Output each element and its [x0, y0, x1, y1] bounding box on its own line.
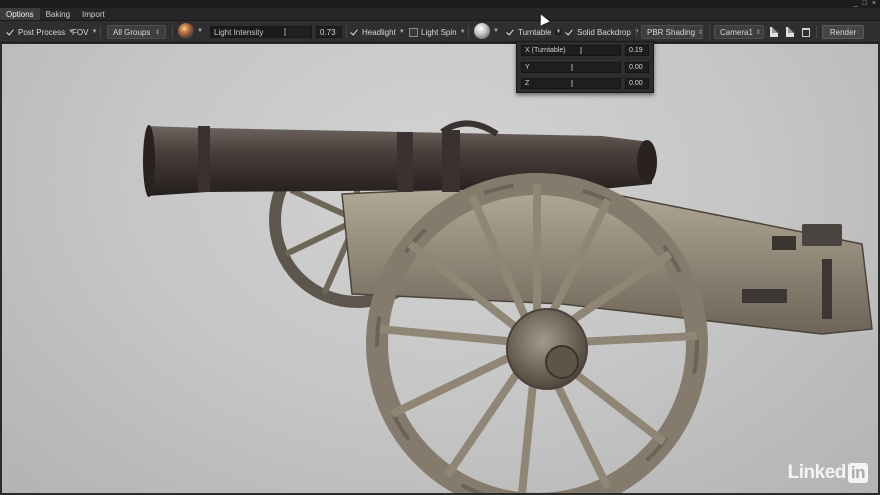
light-intensity-slider[interactable]: Light Intensity	[210, 26, 312, 38]
document-copy-icon	[786, 27, 794, 37]
divider	[346, 26, 347, 38]
solid-backdrop-toggle[interactable]: Solid Backdrop ▼	[565, 25, 640, 39]
divider	[172, 26, 173, 38]
chevron-down-icon: ▼	[91, 29, 98, 35]
turntable-z-handle[interactable]	[571, 80, 573, 87]
light-sphere-icon[interactable]	[474, 23, 490, 39]
divider	[468, 26, 469, 38]
divider	[100, 26, 101, 38]
duplicate-camera-button[interactable]	[786, 25, 794, 39]
divider	[636, 26, 637, 38]
render-button[interactable]: Render	[822, 25, 864, 39]
groups-value: All Groups	[113, 27, 151, 37]
fov-dropdown[interactable]: FOV ▼	[72, 25, 97, 39]
groups-dropdown[interactable]: All Groups ⇕	[107, 25, 166, 39]
light-picker[interactable]: ▼	[474, 23, 499, 39]
turntable-x-value[interactable]: 0.19	[625, 45, 649, 56]
turntable-x-slider[interactable]: X (Turntable)	[521, 45, 621, 56]
post-process-label: Post Process	[18, 27, 66, 37]
turntable-y-row: Y 0.00	[521, 62, 649, 73]
turntable-y-value[interactable]: 0.00	[625, 62, 649, 73]
fov-label: FOV	[72, 27, 89, 37]
watermark-text: Linked	[787, 462, 847, 483]
document-icon	[770, 27, 778, 37]
chevron-down-icon: ▼	[398, 29, 405, 35]
turntable-y-slider[interactable]: Y	[521, 62, 621, 73]
watermark-badge: in	[847, 463, 868, 483]
front-wheel	[366, 173, 708, 493]
updown-icon: ⇕	[698, 29, 704, 36]
light-spin-label: Light Spin	[421, 27, 457, 37]
chevron-down-icon: ▼	[197, 28, 203, 34]
light-intensity-label: Light Intensity	[214, 28, 264, 37]
new-camera-button[interactable]	[770, 25, 778, 39]
turntable-z-label: Z	[525, 80, 530, 87]
chevron-down-icon[interactable]: ▼	[554, 29, 563, 35]
cannon-model	[143, 120, 873, 493]
turntable-y-handle[interactable]	[571, 64, 573, 71]
divider	[816, 26, 817, 38]
camera-value: Camera1	[720, 27, 753, 37]
turntable-z-value[interactable]: 0.00	[625, 78, 649, 89]
turntable-checkbox[interactable]	[506, 28, 515, 37]
divider	[709, 26, 710, 38]
turntable-y-label: Y	[525, 64, 530, 71]
turntable-toggle[interactable]: Turntable ▼	[506, 25, 563, 39]
headlight-toggle[interactable]: Headlight ▼	[350, 25, 405, 39]
chevron-down-icon: ▼	[493, 28, 499, 34]
light-spin-toggle[interactable]: Light Spin ▼	[409, 25, 466, 39]
title-bar: _ □ ×	[0, 0, 880, 8]
light-intensity-handle[interactable]	[284, 28, 286, 36]
tab-options[interactable]: Options	[0, 8, 40, 20]
light-intensity-value[interactable]: 0.73	[316, 26, 342, 38]
window-controls: _ □ ×	[854, 0, 876, 8]
shading-value: PBR Shading	[647, 27, 696, 37]
camera-dropdown[interactable]: Camera1 ⇕	[714, 25, 764, 39]
solid-backdrop-label: Solid Backdrop	[577, 27, 631, 37]
turntable-x-handle[interactable]	[580, 47, 583, 54]
trash-icon	[802, 27, 810, 37]
minimize-button[interactable]: _	[854, 0, 858, 8]
post-process-checkbox[interactable]	[6, 28, 15, 37]
environment-picker[interactable]: ▼	[178, 23, 203, 39]
updown-icon: ⇕	[755, 29, 761, 36]
linkedin-watermark: Linked in	[788, 462, 868, 484]
environment-sphere-icon[interactable]	[178, 23, 194, 39]
post-process-toggle[interactable]: Post Process ▼	[6, 25, 74, 39]
turntable-z-row: Z 0.00	[521, 78, 649, 89]
tab-baking[interactable]: Baking	[40, 8, 76, 20]
toolbar: Post Process ▼ FOV ▼ All Groups ⇕ ▼ Ligh…	[0, 21, 880, 43]
shading-dropdown[interactable]: PBR Shading ⇕	[641, 25, 703, 39]
maximize-button[interactable]: □	[863, 0, 867, 8]
3d-viewport[interactable]: Linked in	[2, 44, 878, 493]
turntable-label: Turntable	[518, 27, 552, 37]
tab-import[interactable]: Import	[76, 8, 111, 20]
headlight-checkbox[interactable]	[350, 28, 359, 37]
solid-backdrop-checkbox[interactable]	[565, 28, 574, 37]
light-spin-checkbox[interactable]	[409, 27, 418, 37]
turntable-popup: X (Turntable) 0.19 Y 0.00 Z 0.00	[516, 41, 654, 93]
turntable-z-slider[interactable]: Z	[521, 78, 621, 89]
delete-camera-button[interactable]	[802, 25, 810, 39]
updown-icon: ⇕	[154, 29, 160, 36]
turntable-x-row: X (Turntable) 0.19	[521, 45, 649, 56]
turntable-x-label: X (Turntable)	[525, 47, 566, 54]
tab-bar: Options Baking Import	[0, 8, 880, 21]
chevron-down-icon: ▼	[459, 29, 466, 35]
close-button[interactable]: ×	[872, 0, 876, 8]
headlight-label: Headlight	[362, 27, 396, 37]
